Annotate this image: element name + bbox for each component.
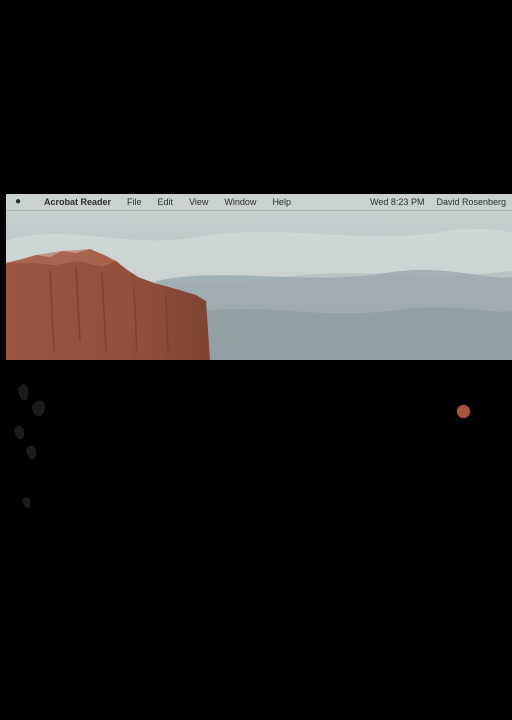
menu-file[interactable]: File xyxy=(119,194,150,210)
menu-view[interactable]: View xyxy=(181,194,216,210)
apple-logo-icon[interactable]: ● xyxy=(6,194,30,210)
record-indicator-icon xyxy=(457,405,470,418)
wallpaper-landscape-image xyxy=(6,211,512,360)
menu-clock[interactable]: Wed 8:23 PM xyxy=(364,194,430,210)
desktop-wallpaper xyxy=(6,211,512,360)
menu-bar: ● Acrobat Reader File Edit View Window H… xyxy=(6,194,512,211)
menu-app-name[interactable]: Acrobat Reader xyxy=(30,194,119,210)
menu-edit[interactable]: Edit xyxy=(150,194,182,210)
menu-window[interactable]: Window xyxy=(216,194,264,210)
plant-silhouette-image xyxy=(14,384,45,508)
desktop-screen: ● Acrobat Reader File Edit View Window H… xyxy=(6,194,512,360)
menu-help[interactable]: Help xyxy=(264,194,299,210)
menu-user-name[interactable]: David Rosenberg xyxy=(430,194,512,210)
